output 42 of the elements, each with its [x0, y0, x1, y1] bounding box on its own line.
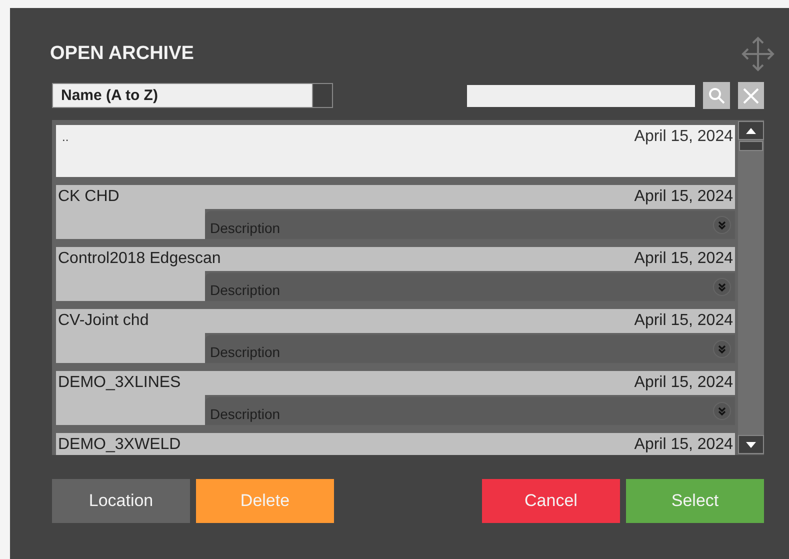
file-row[interactable]: CV-Joint chd April 15, 2024 Description: [56, 309, 735, 363]
action-button[interactable]: Location: [52, 479, 190, 523]
scroll-thumb[interactable]: [739, 141, 763, 151]
file-date: April 15, 2024: [634, 311, 733, 331]
file-date: April 15, 2024: [634, 435, 733, 455]
search-icon: [708, 86, 726, 104]
scrollbar[interactable]: [738, 121, 764, 454]
description-label: Description: [210, 218, 280, 238]
file-row[interactable]: .. April 15, 2024: [56, 125, 735, 177]
search-field[interactable]: [467, 84, 695, 106]
file-name: CK CHD: [58, 187, 120, 207]
file-date: April 15, 2024: [634, 187, 733, 207]
scroll-up-button[interactable]: [738, 121, 764, 140]
file-date: April 15, 2024: [634, 249, 733, 269]
expand-chevron-icon[interactable]: [713, 216, 731, 234]
file-name: DEMO_3XWELD: [58, 435, 181, 455]
expand-chevron-icon[interactable]: [713, 402, 731, 420]
file-date: April 15, 2024: [634, 127, 733, 147]
expand-chevron-icon[interactable]: [713, 278, 731, 296]
file-row[interactable]: Control2018 Edgescan April 15, 2024 Description: [56, 247, 735, 301]
expand-chevron-icon[interactable]: [713, 340, 731, 358]
clear-button[interactable]: [738, 82, 764, 109]
sort-dropdown[interactable]: Name (A to Z): [52, 83, 333, 108]
description-label: Description: [210, 342, 280, 362]
move-icon[interactable]: [741, 36, 775, 72]
description-label: Description: [210, 280, 280, 300]
file-name: Control2018 Edgescan: [58, 249, 221, 269]
action-button[interactable]: Cancel: [482, 479, 620, 523]
up-triangle-icon: [746, 128, 756, 134]
file-name: DEMO_3XLINES: [58, 373, 181, 393]
file-date: April 15, 2024: [634, 373, 733, 393]
dialog-title: OPEN ARCHIVE: [50, 42, 194, 66]
file-name: CV-Joint chd: [58, 311, 149, 331]
scroll-down-button[interactable]: [738, 435, 764, 454]
close-icon: [742, 86, 760, 104]
file-row[interactable]: DEMO_3XWELD April 15, 2024: [56, 433, 735, 455]
file-name: ..: [61, 129, 69, 146]
down-triangle-icon: [746, 442, 756, 448]
search-button[interactable]: [703, 82, 730, 109]
description-label: Description: [210, 404, 280, 424]
file-row[interactable]: DEMO_3XLINES April 15, 2024 Description: [56, 371, 735, 425]
file-row[interactable]: CK CHD April 15, 2024 Description: [56, 185, 735, 239]
